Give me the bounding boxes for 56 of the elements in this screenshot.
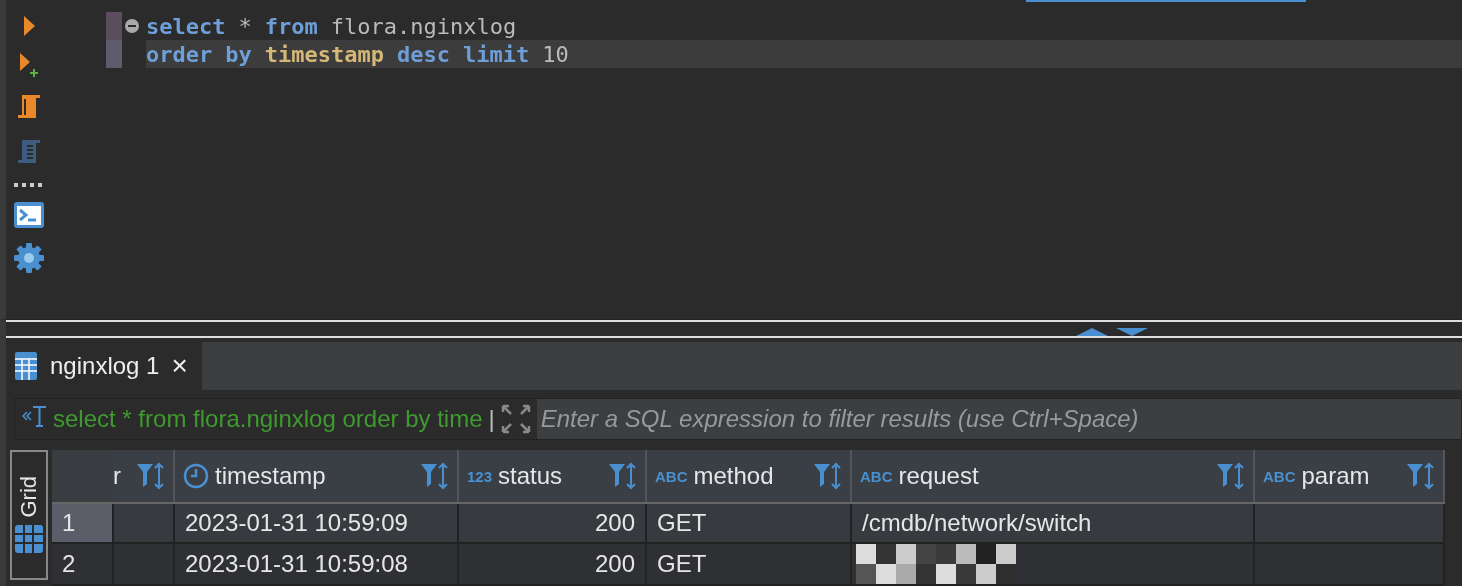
result-tab[interactable]: nginxlog 1 × [6,342,202,390]
code-token: timestamp [264,41,384,67]
table-icon [14,351,38,381]
run-add-icon[interactable] [18,51,40,79]
row-number[interactable]: 2 [52,543,113,585]
collapse-down-icon[interactable] [1116,328,1148,336]
code-token: limit [462,41,530,67]
column-title: r [113,462,121,490]
table-cell: 2023-01-31 10:59:08 [174,543,458,585]
column-header[interactable]: r [113,450,174,503]
table-cell: 200 [458,503,646,543]
grid-side-tab[interactable]: Grid [10,450,48,580]
column-header[interactable]: ABC param [1254,450,1444,503]
terminal-icon[interactable] [13,201,45,229]
type-label: ABC [1263,467,1296,485]
column-header[interactable]: ABC method [646,450,851,503]
table-cell: GET [646,543,851,585]
code-token: desc [396,41,450,67]
column-title: status [498,462,563,490]
column-title: request [898,462,979,490]
type-label: ABC [655,467,688,485]
table-cell: 2023-01-31 10:59:09 [174,503,458,543]
row-number[interactable]: 1 [52,503,113,543]
filter-sort-icon[interactable] [1405,461,1435,491]
code-token: * [238,13,252,39]
filter-sort-icon[interactable] [812,461,842,491]
filter-sort-icon[interactable] [419,461,449,491]
table-cell: 200 [458,543,646,585]
column-title: timestamp [215,462,326,490]
clock-icon [183,463,209,489]
type-label: ABC [860,467,893,485]
fold-icon[interactable] [124,18,140,34]
code-token: flora.nginxlog [330,13,517,39]
settings-icon[interactable] [13,242,45,274]
grid-icon [14,523,44,554]
run-icon[interactable] [22,14,36,38]
close-icon[interactable]: × [171,350,188,382]
code-token: from [264,13,318,39]
column-header[interactable]: 123 status [458,450,646,503]
column-title: method [693,462,774,490]
type-label: 123 [467,467,493,485]
side-tab-label: Grid [16,476,42,518]
column-header[interactable]: timestamp [174,450,458,503]
expand-up-icon[interactable] [1076,328,1108,336]
more-icon[interactable] [13,182,45,188]
column-header[interactable]: ABC request [851,450,1254,503]
code-token: order [146,41,213,67]
table-cell: /cmdb/network/switch [851,503,1254,543]
table-cell: GET [646,503,851,543]
filter-sort-icon[interactable] [1215,461,1245,491]
code-token: by [225,41,252,67]
filter-sort-icon[interactable] [135,461,165,491]
filter-sort-icon[interactable] [607,461,637,491]
code-token: select [146,13,226,39]
code-token: 10 [542,41,569,67]
column-title: param [1301,462,1370,490]
